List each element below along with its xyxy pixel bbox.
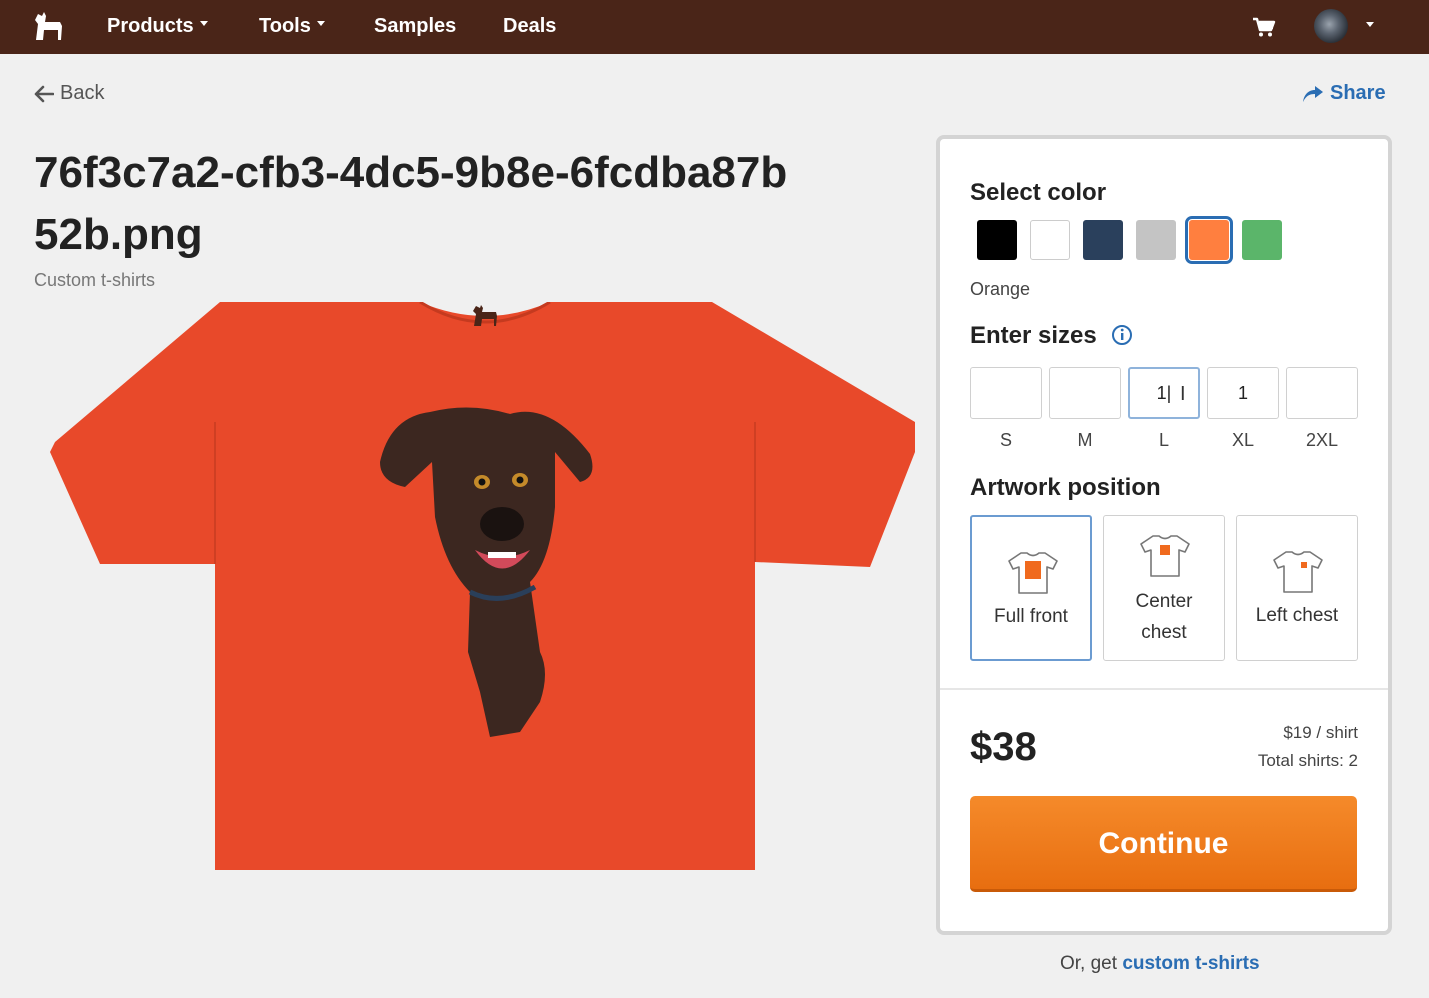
- total-price: $38: [970, 725, 1037, 769]
- divider: [940, 688, 1388, 690]
- nav-deals[interactable]: Deals: [503, 0, 556, 54]
- total-shirts: Total shirts: 2: [1257, 751, 1358, 770]
- chevron-down-icon[interactable]: [1366, 22, 1374, 27]
- color-swatch-green[interactable]: [1242, 220, 1282, 260]
- size-input-m[interactable]: [1049, 367, 1121, 419]
- price-per-shirt: $19 / shirt: [1283, 723, 1358, 742]
- tshirt-left-chest-icon: [1273, 551, 1323, 593]
- enter-sizes-heading: Enter sizes: [970, 322, 1097, 349]
- share-button[interactable]: Share: [1302, 82, 1386, 105]
- back-label: Back: [60, 82, 105, 104]
- product-subtitle: Custom t-shirts: [34, 270, 156, 290]
- color-swatch-black[interactable]: [977, 220, 1017, 260]
- chevron-down-icon: [199, 21, 208, 27]
- color-swatch-orange[interactable]: [1185, 216, 1233, 264]
- avatar[interactable]: [1314, 9, 1348, 43]
- size-label-xl: XL: [1231, 430, 1255, 450]
- position-left-chest-label: Left chest: [1255, 605, 1339, 626]
- nav-products-label: Products: [107, 15, 194, 37]
- nav-tools[interactable]: Tools: [259, 0, 325, 54]
- back-link[interactable]: Back: [34, 82, 104, 105]
- share-arrow-icon: [1303, 85, 1323, 102]
- select-color-heading: Select color: [970, 179, 1107, 206]
- nav-tools-label: Tools: [259, 15, 311, 37]
- size-label-s: S: [999, 430, 1012, 450]
- position-center-chest-label-2: chest: [1141, 622, 1187, 643]
- cart-icon[interactable]: [1252, 16, 1276, 38]
- order-panel: Select color Orange Enter sizes 1| I 1 S …: [936, 135, 1392, 935]
- selected-color-name: Orange: [970, 279, 1031, 299]
- position-left-chest[interactable]: Left chest: [1236, 515, 1358, 661]
- nav-samples[interactable]: Samples: [374, 0, 456, 54]
- artwork-position-heading: Artwork position: [970, 474, 1161, 501]
- position-center-chest-label-1: Center: [1135, 591, 1193, 612]
- tshirt-preview: [50, 302, 915, 870]
- arrow-left-icon: [34, 85, 54, 102]
- size-input-l[interactable]: 1| I: [1128, 367, 1200, 419]
- custom-tshirts-link[interactable]: custom t-shirts: [1122, 953, 1259, 974]
- share-label: Share: [1330, 82, 1386, 104]
- size-label-2xl: 2XL: [1305, 430, 1339, 450]
- color-swatch-navy[interactable]: [1083, 220, 1123, 260]
- nav-products[interactable]: Products: [107, 0, 208, 54]
- info-icon[interactable]: [1111, 324, 1133, 346]
- size-input-s[interactable]: [970, 367, 1042, 419]
- top-nav: Products Tools Samples Deals: [0, 0, 1429, 54]
- size-label-m: M: [1077, 430, 1093, 450]
- position-center-chest[interactable]: Center chest: [1103, 515, 1225, 661]
- horse-logo-icon[interactable]: [32, 10, 66, 42]
- tshirt-center-chest-icon: [1140, 535, 1190, 577]
- size-input-2xl[interactable]: [1286, 367, 1358, 419]
- continue-button[interactable]: Continue: [970, 796, 1357, 892]
- position-full-front-label: Full front: [994, 606, 1068, 627]
- size-label-l: L: [1158, 430, 1169, 450]
- footer-prefix: Or, get: [1060, 953, 1118, 974]
- tshirt-full-front-icon: [1008, 552, 1058, 594]
- page-title: 76f3c7a2-cfb3-4dc5-9b8e-6fcdba87b52b.png: [34, 148, 788, 259]
- position-full-front[interactable]: Full front: [970, 515, 1092, 661]
- text-cursor-icon: I: [1180, 383, 1186, 405]
- color-swatch-white[interactable]: [1030, 220, 1070, 260]
- chevron-down-icon: [316, 21, 325, 27]
- size-input-xl[interactable]: 1: [1207, 367, 1279, 419]
- color-swatch-gray[interactable]: [1136, 220, 1176, 260]
- size-input-l-value: 1|: [1156, 383, 1172, 403]
- footer-note: Or, get custom t-shirts: [1060, 953, 1260, 975]
